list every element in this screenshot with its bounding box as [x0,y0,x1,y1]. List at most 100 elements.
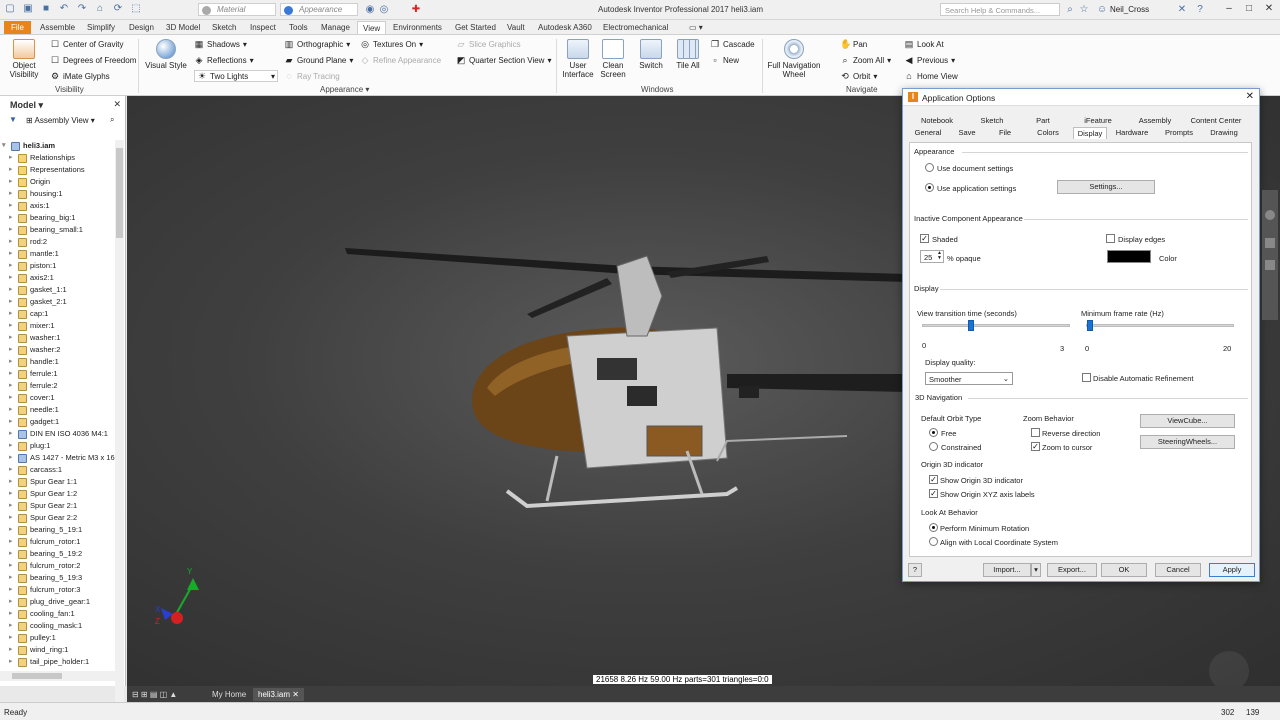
tree-item[interactable]: ▸ gasket_2:1 [0,296,67,308]
radio-perform-min-rotation[interactable] [929,523,938,532]
tile-windows-icon[interactable]: ⊟ ⊞ ▤ ◫ ▲ [127,688,182,701]
close-icon[interactable]: ✕ [1262,3,1276,15]
min-frame-rate-slider-thumb[interactable] [1086,320,1093,331]
orthographic-button[interactable]: ▥ Orthographic ▾ [284,39,351,49]
opacity-spinner[interactable]: 25 ▲ ▼ [920,250,944,263]
pan-icon[interactable] [1265,238,1275,248]
radio-orbit-free[interactable] [929,428,938,437]
expand-icon[interactable]: ▸ [9,428,17,440]
view-transition-slider[interactable] [922,324,1070,327]
browser-close-icon[interactable]: ✕ [113,99,121,110]
material-select[interactable]: Material [198,3,276,16]
user-icon[interactable]: ☺ [1096,4,1108,16]
dialog-help-button[interactable]: ? [908,563,922,577]
expand-icon[interactable]: ▸ [9,632,17,644]
lighting-select[interactable]: ☀ Two Lights ▾ [194,70,278,82]
dialog-tab-sketch[interactable]: Sketch [965,115,1019,127]
show-axis-labels-checkbox[interactable]: ✓ [929,489,938,498]
radio-orbit-constrained[interactable] [929,442,938,451]
expand-icon[interactable]: ▸ [9,620,17,632]
tab-manage[interactable]: Manage [316,21,355,34]
tab-sketch[interactable]: Sketch [207,21,241,34]
expand-icon[interactable]: ▸ [9,440,17,452]
display-edges-checkbox[interactable] [1106,234,1115,243]
favorites-star-icon[interactable]: ☆ [1078,4,1090,16]
tree-item[interactable]: ▸ bearing_small:1 [0,224,83,236]
tree-item[interactable]: ▸ DIN EN ISO 4036 M4:1 [0,428,108,440]
user-interface-button[interactable]: User Interface [562,39,594,79]
tree-root[interactable]: ▾ heli3.iam [0,140,55,152]
expand-icon[interactable]: ▸ [9,296,17,308]
zoom-all-button[interactable]: ⌕ Zoom All ▾ [840,55,891,65]
tree-item[interactable]: ▸ gasket_1:1 [0,284,67,296]
close-tab-icon[interactable]: ✕ [292,690,299,699]
assembly-view-select[interactable]: ⊞ Assembly View ▾ [26,116,95,125]
expand-icon[interactable]: ▸ [9,236,17,248]
viewcube-button[interactable]: ViewCube... [1140,414,1235,428]
search-icon[interactable]: ⌕ [1064,4,1076,16]
tree-item[interactable]: ▸ fulcrum_rotor:2 [0,560,80,572]
quarter-section-button[interactable]: ◩ Quarter Section View ▾ [456,55,552,65]
reflections-button[interactable]: ◈ Reflections ▾ [194,55,254,65]
new-file-icon[interactable]: ▢ [4,3,16,15]
tree-item[interactable]: ▸ wind_ring:1 [0,644,68,656]
expand-icon[interactable]: ▸ [9,320,17,332]
filter-icon[interactable]: ▼ [9,115,17,124]
minimize-icon[interactable]: – [1222,3,1236,15]
dialog-tab-prompts[interactable]: Prompts [1157,127,1201,139]
tree-item[interactable]: ▸ carcass:1 [0,464,62,476]
save-icon[interactable]: ■ [40,3,52,15]
object-visibility-button[interactable]: Object Visibility [6,39,42,79]
tree-item[interactable]: ▸ mantle:1 [0,248,59,260]
home-view-button[interactable]: ⌂ Home View [904,71,957,81]
tile-all-button[interactable]: Tile All [672,39,704,70]
tab-document[interactable]: heli3.iam ✕ [253,688,304,701]
dialog-tab-colors[interactable]: Colors [1023,127,1073,139]
expand-icon[interactable]: ▸ [9,560,17,572]
tree-item[interactable]: ▸ cap:1 [0,308,48,320]
view-transition-slider-thumb[interactable] [968,320,975,331]
expand-icon[interactable]: ▸ [9,200,17,212]
expand-icon[interactable]: ▸ [9,608,17,620]
tree-item[interactable]: ▸ axis:1 [0,200,50,212]
collapse-icon[interactable]: ▾ [2,140,10,152]
expand-icon[interactable]: ▸ [9,584,17,596]
full-navigation-wheel-button[interactable]: Full Navigation Wheel [766,39,822,79]
tree-item[interactable]: ▸ Representations [0,164,85,176]
tree-item[interactable]: ▸ Origin [0,176,50,188]
dialog-tab-notebook[interactable]: Notebook [909,115,965,127]
expand-icon[interactable]: ▸ [9,224,17,236]
expand-icon[interactable]: ▸ [9,344,17,356]
dialog-close-icon[interactable]: ✕ [1246,91,1254,102]
tree-item[interactable]: ▸ bearing_5_19:2 [0,548,82,560]
browser-horizontal-scrollbar[interactable] [0,671,115,681]
dialog-tab-file[interactable]: File [987,127,1023,139]
previous-view-button[interactable]: ◀ Previous ▾ [904,55,956,65]
clean-screen-button[interactable]: Clean Screen [598,39,628,79]
dialog-tab-hardware[interactable]: Hardware [1107,127,1157,139]
tree-item[interactable]: ▸ washer:1 [0,332,60,344]
appearance-select[interactable]: Appearance [280,3,358,16]
tree-item[interactable]: ▸ ferrule:2 [0,380,58,392]
look-at-button[interactable]: ▤ Look At [904,39,944,49]
tab-get-started[interactable]: Get Started [450,21,501,34]
tree-item[interactable]: ▸ Spur Gear 1:1 [0,476,77,488]
browser-vertical-scrollbar[interactable] [115,140,124,720]
expand-icon[interactable]: ▸ [9,644,17,656]
tab-vault[interactable]: Vault [502,21,530,34]
disable-refinement-checkbox[interactable] [1082,373,1091,382]
zoom-to-cursor-checkbox[interactable]: ✓ [1031,442,1040,451]
expand-icon[interactable]: ▸ [9,572,17,584]
scrollbar-thumb[interactable] [12,673,62,679]
expand-icon[interactable]: ▸ [9,476,17,488]
expand-icon[interactable]: ▸ [9,188,17,200]
expand-icon[interactable]: ▸ [9,596,17,608]
expand-icon[interactable]: ▸ [9,656,17,668]
open-folder-icon[interactable]: ▣ [22,3,34,15]
tree-item[interactable]: ▸ bearing_big:1 [0,212,75,224]
steering-wheel-icon[interactable] [1265,210,1275,220]
expand-icon[interactable]: ▸ [9,512,17,524]
tab-my-home[interactable]: My Home [207,688,251,701]
dialog-tab-display[interactable]: Display [1073,127,1107,139]
search-input[interactable]: Search Help & Commands... [940,3,1060,16]
